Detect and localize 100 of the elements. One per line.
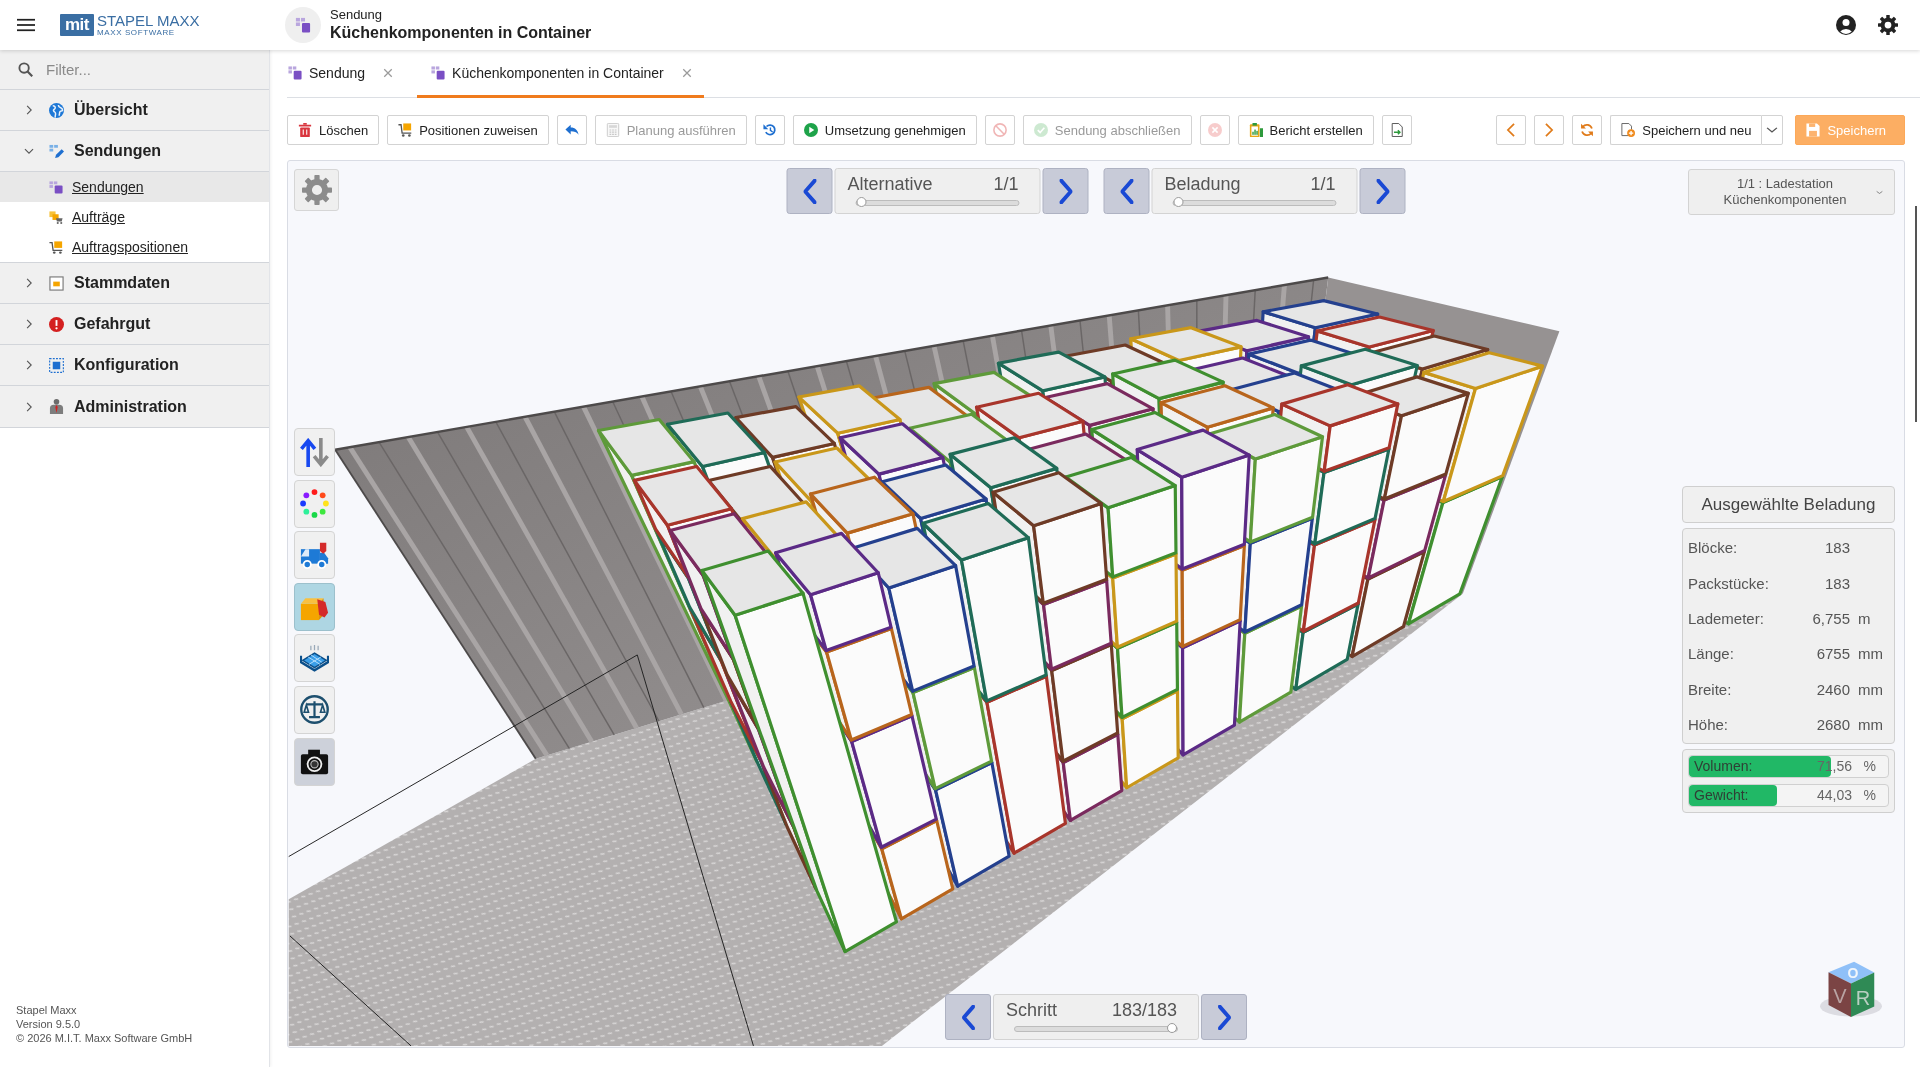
gear-icon	[301, 175, 332, 205]
previous-button[interactable]	[786, 168, 833, 214]
sidebar-link[interactable]: Sendungen	[0, 172, 269, 202]
stat-label: Packstücke:	[1688, 574, 1770, 592]
cube-face-letter: O	[1847, 966, 1859, 980]
meter-unit: %	[1863, 787, 1876, 805]
slider-thumb[interactable]	[856, 197, 867, 207]
undo-icon	[564, 123, 579, 137]
close-circle-icon	[1207, 123, 1222, 137]
file-plus-icon	[1621, 123, 1636, 137]
cart-icon	[398, 123, 413, 137]
square-frame-icon	[49, 275, 64, 291]
file-arrow-icon	[1389, 123, 1404, 137]
selected-load-button[interactable]: Ausgewählte Beladung	[1682, 486, 1895, 523]
sidebar-link[interactable]: Aufträge	[0, 202, 269, 232]
trash-icon	[298, 123, 312, 137]
slider-track[interactable]	[1014, 1026, 1178, 1032]
stat-value: 2680	[1815, 716, 1850, 734]
cube-face-letter: R	[1855, 988, 1871, 1008]
weight-button[interactable]	[294, 685, 335, 734]
refresh-button[interactable]	[1572, 115, 1603, 145]
approve-button[interactable]: Umsetzung genehmigen	[792, 115, 977, 145]
alert-icon	[49, 316, 64, 332]
stat-value: 183	[1823, 574, 1850, 592]
ban-icon	[992, 123, 1007, 137]
person-tie-icon	[49, 399, 64, 414]
previous-button[interactable]	[1496, 115, 1527, 145]
picker-label: Alternative	[847, 173, 933, 195]
next-button[interactable]	[1042, 168, 1089, 214]
slider-track[interactable]	[1172, 200, 1337, 206]
stat-label: Länge:	[1688, 645, 1735, 663]
stat-value: 6,755	[1811, 609, 1850, 627]
swap-button[interactable]	[294, 428, 335, 476]
copyright-text: © 2026 M.I.T. Maxx Software GmbH	[16, 1031, 194, 1045]
dashed-square-icon	[49, 357, 64, 373]
slider-thumb[interactable]	[1173, 197, 1184, 207]
close-icon[interactable]	[383, 67, 394, 78]
cart-icon	[49, 240, 63, 254]
scale-icon	[300, 695, 329, 725]
view-settings-button[interactable]	[294, 169, 339, 211]
tab[interactable]: Sendung	[287, 50, 406, 98]
globe-icon	[49, 102, 64, 118]
app-name-text: Stapel Maxx	[16, 1003, 78, 1017]
filter-field[interactable]: Filter...	[46, 50, 269, 89]
export-button[interactable]	[1381, 115, 1412, 145]
slider-thumb[interactable]	[1167, 1023, 1177, 1033]
stat-unit: mm	[1857, 645, 1884, 663]
next-button[interactable]	[1534, 115, 1565, 145]
account-icon[interactable]	[1836, 15, 1856, 35]
previous-button[interactable]	[945, 994, 991, 1040]
previous-button[interactable]	[1103, 168, 1150, 214]
report-button[interactable]: Bericht erstellen	[1237, 115, 1374, 145]
tab[interactable]: Küchenkomponenten in Container	[417, 50, 704, 98]
color-dots-icon	[300, 489, 329, 519]
package-button[interactable]	[294, 582, 335, 631]
history-icon	[762, 123, 777, 137]
stacked-boxes-icon	[285, 7, 321, 43]
settings-icon[interactable]	[1878, 15, 1898, 35]
dropdown-button[interactable]	[1761, 115, 1784, 145]
picker-label: Schritt	[1006, 999, 1057, 1021]
picker-label: Beladung	[1164, 173, 1241, 195]
close-icon[interactable]	[681, 67, 692, 78]
check-circle-icon	[1033, 123, 1048, 137]
chevron-right-icon	[1215, 1004, 1233, 1030]
boxes-pencil-icon	[49, 143, 64, 159]
stat-label: Blöcke:	[1688, 539, 1739, 557]
reset-button[interactable]	[754, 115, 785, 145]
stat-label: Höhe:	[1688, 716, 1730, 734]
picker-value: 1/1	[993, 173, 1019, 195]
platform-grid-icon	[300, 643, 329, 673]
logo-text: STAPEL MAXX	[97, 12, 200, 28]
station-dropdown[interactable]: 1/1 : Ladestation Küchenkomponenten	[1688, 169, 1895, 215]
page-title: Küchenkomponenten in Container	[330, 23, 592, 43]
chevron-left-icon	[1118, 178, 1135, 204]
boxes-cart-icon	[49, 210, 63, 224]
vehicle-button[interactable]	[294, 531, 335, 580]
stat-value: 2460	[1815, 680, 1850, 698]
page-caption: Sendung	[330, 7, 384, 23]
save-new-button[interactable]: Speichern und neu	[1610, 115, 1762, 145]
cube-face-letter: V	[1833, 986, 1847, 1006]
stacked-boxes-icon	[288, 65, 302, 80]
next-button[interactable]	[1201, 994, 1247, 1040]
platform-button[interactable]	[294, 634, 335, 683]
next-button[interactable]	[1359, 168, 1406, 214]
delete-button[interactable]: Löschen	[287, 115, 380, 145]
stat-value: 183	[1823, 539, 1850, 557]
undo-button[interactable]	[556, 115, 587, 145]
menu-icon[interactable]	[17, 18, 35, 32]
sidebar-link[interactable]: Auftragspositionen	[0, 232, 269, 262]
chevron-right-icon	[1057, 178, 1074, 204]
slider-track[interactable]	[855, 200, 1020, 206]
assign-button[interactable]: Positionen zuweisen	[387, 115, 549, 145]
stat-unit: mm	[1857, 680, 1884, 698]
color-button[interactable]	[294, 479, 335, 528]
camera-button[interactable]	[294, 737, 335, 786]
version-text: Version 9.5.0	[16, 1017, 82, 1031]
stat-unit: mm	[1857, 716, 1884, 734]
scrollbar[interactable]	[1915, 206, 1917, 422]
stat-value: 6755	[1815, 645, 1850, 663]
up-down-arrows-icon	[300, 437, 329, 467]
